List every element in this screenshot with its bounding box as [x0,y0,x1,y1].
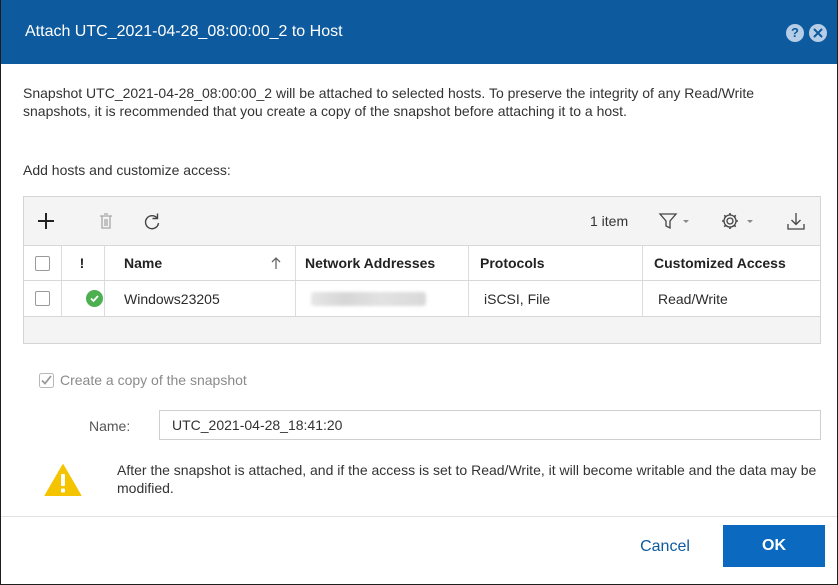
download-icon[interactable] [784,209,808,233]
trash-icon[interactable] [94,209,118,233]
select-all-checkbox[interactable] [35,255,50,271]
column-network-addresses[interactable]: Network Addresses [305,246,465,280]
network-address-redacted [311,291,426,306]
warning-text: After the snapshot is attached, and if t… [117,462,817,496]
table-row[interactable]: Windows23205 iSCSI, File Read/Write [24,281,820,317]
close-icon[interactable] [809,24,827,42]
table-header-row: ! Name Network Addresses Protocols Custo… [24,245,820,281]
status-ok-icon [86,290,103,307]
snapshot-name-input[interactable] [159,410,821,440]
intro-text: Snapshot UTC_2021-04-28_08:00:00_2 will … [23,85,755,119]
protocols-cell: iSCSI, File [484,290,551,307]
item-count: 1 item [590,213,629,229]
checkmark-icon[interactable] [39,372,54,388]
sort-ascending-icon[interactable] [270,246,282,280]
create-copy-label: Create a copy of the snapshot [60,372,247,388]
gear-icon[interactable] [718,209,758,233]
row-checkbox-cell [35,281,50,316]
refresh-icon[interactable] [140,209,164,233]
host-name: Windows23205 [124,290,220,307]
help-icon[interactable]: ? [786,24,804,42]
select-all-checkbox-cell [35,246,50,280]
dialog-title: Attach UTC_2021-04-28_08:00:00_2 to Host [25,23,343,40]
column-status[interactable]: ! [61,246,103,280]
ok-button[interactable]: OK [723,525,825,567]
footer-divider [1,516,837,517]
network-address-cell [311,281,426,316]
warning-icon [44,463,82,497]
status-cell [86,281,103,316]
hosts-grid: 1 item ! Name Network Addresses Protocol… [23,196,821,344]
name-field-label: Name: [89,418,131,434]
customized-access-cell[interactable]: Read/Write [658,281,818,316]
grid-toolbar: 1 item [24,197,820,245]
filter-icon[interactable] [656,209,692,233]
add-icon[interactable] [34,209,58,233]
attach-to-host-dialog: Attach UTC_2021-04-28_08:00:00_2 to Host… [0,0,838,585]
cancel-button[interactable]: Cancel [619,527,711,567]
dialog-titlebar: Attach UTC_2021-04-28_08:00:00_2 to Host… [1,0,837,64]
column-protocols[interactable]: Protocols [480,246,640,280]
row-checkbox[interactable] [35,291,50,306]
create-copy-option[interactable]: Create a copy of the snapshot [39,372,247,388]
column-customized-access[interactable]: Customized Access [654,246,819,280]
hosts-section-label: Add hosts and customize access: [23,162,231,178]
column-name[interactable]: Name [124,246,274,280]
